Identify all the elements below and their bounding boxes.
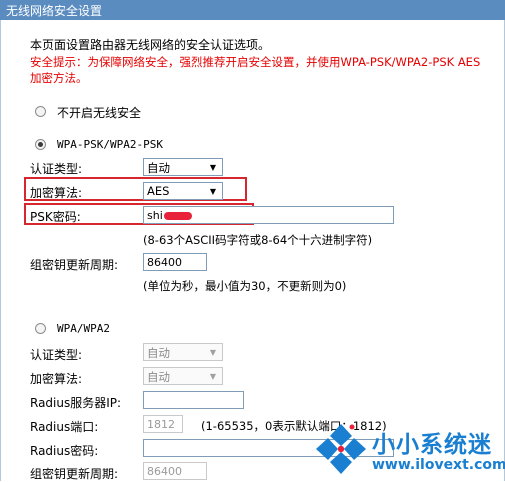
wpa-encryption-value: 自动 xyxy=(147,370,170,384)
psk-rekey-hint: (单位为秒，最小值为30，不更新则为0) xyxy=(143,279,347,293)
wpa-rekey-input[interactable]: 86400 xyxy=(143,462,207,480)
wpa-auth-type-select[interactable]: 自动 ▼ xyxy=(143,343,223,361)
psk-password-input[interactable]: shi xyxy=(143,206,394,224)
no-security-label: 不开启无线安全 xyxy=(57,106,142,120)
security-warning-line1: 安全提示：为保障网络安全，强烈推荐开启安全设置，并使用WPA-PSK/WPA2-… xyxy=(30,55,481,69)
psk-password-hint: (8-63个ASCII码字符或8-64个十六进制字符) xyxy=(143,233,373,247)
psk-encryption-label: 加密算法: xyxy=(30,186,83,200)
wpa-label: WPA/WPA2 xyxy=(57,322,110,335)
psk-rekey-label: 组密钥更新周期: xyxy=(30,258,119,272)
no-security-radio[interactable] xyxy=(35,106,46,117)
page-title: 无线网络安全设置 xyxy=(6,4,103,18)
wpa-rekey-label: 组密钥更新周期: xyxy=(30,467,119,481)
wpa-radio[interactable] xyxy=(35,323,46,334)
watermark-text: 小小系统迷 xyxy=(372,432,492,458)
psk-auth-type-value: 自动 xyxy=(147,161,170,175)
psk-encryption-value: AES xyxy=(147,184,170,198)
radius-password-label: Radius密码: xyxy=(30,444,99,458)
wpa-psk-radio[interactable] xyxy=(35,139,46,150)
redacted-password-mark xyxy=(163,212,192,220)
security-warning-line2: 加密方法。 xyxy=(30,71,88,85)
page-header: 无线网络安全设置 xyxy=(0,0,505,20)
wpa-encryption-select[interactable]: 自动 ▼ xyxy=(143,367,223,385)
watermark-url: www.ilovext.com xyxy=(372,457,505,473)
psk-rekey-input[interactable]: 86400 xyxy=(143,253,207,271)
radius-port-label: Radius端口: xyxy=(30,420,99,434)
psk-auth-type-select[interactable]: 自动 ▼ xyxy=(143,158,223,176)
wpa-auth-type-label: 认证类型: xyxy=(30,348,83,362)
psk-password-label: PSK密码: xyxy=(30,210,81,224)
wpa-auth-type-value: 自动 xyxy=(147,346,170,360)
radius-ip-label: Radius服务器IP: xyxy=(30,396,122,410)
chevron-down-icon: ▼ xyxy=(209,163,217,172)
radius-ip-input[interactable] xyxy=(143,391,244,409)
radius-port-input[interactable]: 1812 xyxy=(143,415,183,433)
chevron-down-icon: ▼ xyxy=(209,187,217,196)
psk-auth-type-label: 认证类型: xyxy=(30,162,83,176)
intro-text: 本页面设置路由器无线网络的安全认证选项。 xyxy=(30,38,271,52)
watermark-logo-icon xyxy=(316,424,366,474)
chevron-down-icon: ▼ xyxy=(209,348,217,357)
content-frame xyxy=(0,20,505,481)
wpa-psk-label: WPA-PSK/WPA2-PSK xyxy=(57,138,163,151)
chevron-down-icon: ▼ xyxy=(209,372,217,381)
wpa-encryption-label: 加密算法: xyxy=(30,372,83,386)
psk-password-value: shi xyxy=(147,209,163,222)
psk-encryption-select[interactable]: AES ▼ xyxy=(143,182,223,200)
